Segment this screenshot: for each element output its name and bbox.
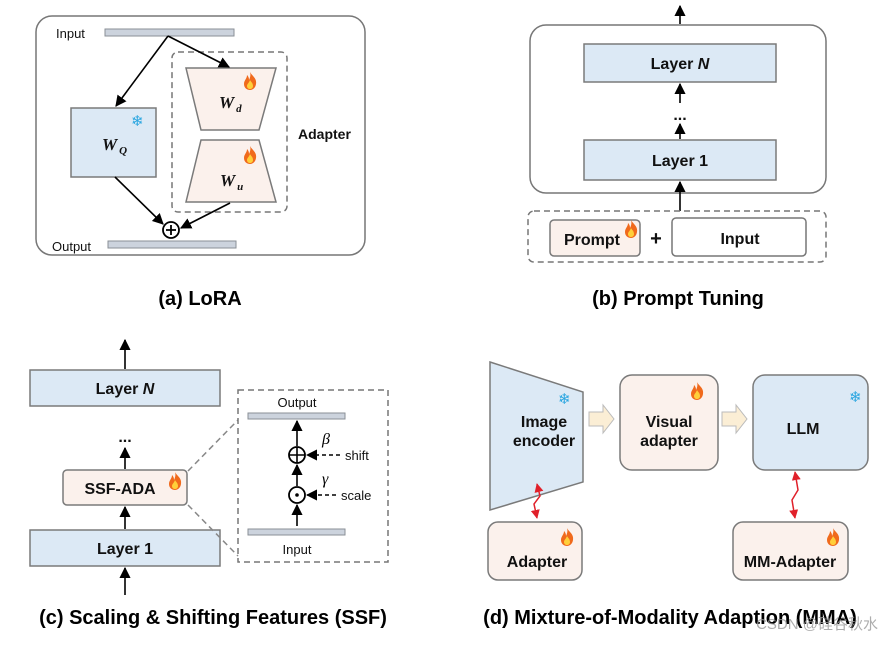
- flow-arrow: [721, 403, 748, 435]
- visual-adapter-label-2: adapter: [640, 433, 698, 450]
- shift-label: shift: [345, 448, 369, 463]
- ssf-title: (c) Scaling & Shifting Features (SSF): [39, 607, 387, 629]
- adapter-label: Adapter: [298, 126, 351, 142]
- bidirectional-arrow: [789, 471, 801, 519]
- flow-arrow: [588, 403, 615, 435]
- image-encoder-label-2: encoder: [513, 433, 575, 450]
- lora-output-label: Output: [52, 239, 91, 254]
- beta-label: β: [321, 431, 330, 448]
- layer-1-label: Layer 1: [652, 153, 708, 170]
- layer-n-label: Layer N: [96, 381, 155, 398]
- panel-lora: Input Wd Wu ❄ WQ Adapter Output (a) LoRA: [35, 15, 366, 310]
- plus-sign: +: [650, 228, 662, 250]
- dots: ...: [118, 429, 131, 446]
- panel-mma: ❄ Image encoder Visual adapter ❄ LLM Ada…: [483, 360, 869, 629]
- input-label: Input: [720, 231, 760, 248]
- arrow: [114, 176, 164, 225]
- lora-input-bar: [104, 28, 235, 37]
- llm-label: LLM: [787, 421, 820, 438]
- layer-n-label: Layer N: [651, 56, 710, 73]
- snowflake-icon: ❄: [558, 391, 571, 408]
- panel-ssf: Layer N ... SSF-ADA Layer 1 Output β γ s…: [29, 338, 389, 629]
- ssf-input-bar: [247, 528, 346, 536]
- ssf-output-bar: [247, 412, 346, 420]
- lora-input-label: Input: [56, 26, 85, 41]
- dots: ...: [673, 107, 686, 124]
- diagram-canvas: Input Wd Wu ❄ WQ Adapter Output (a) LoRA…: [29, 4, 878, 633]
- visual-adapter-label-1: Visual: [646, 414, 693, 431]
- adapter-label: Adapter: [507, 554, 567, 571]
- lora-title: (a) LoRA: [158, 288, 241, 310]
- ssf-output-label: Output: [277, 395, 316, 410]
- arrow: [115, 35, 169, 107]
- lora-output-bar: [107, 240, 237, 249]
- ssf-ada-label: SSF-ADA: [84, 481, 156, 498]
- snowflake-icon: ❄: [849, 389, 862, 406]
- image-encoder-label-1: Image: [521, 414, 567, 431]
- layer-1-label: Layer 1: [97, 541, 153, 558]
- mm-adapter-block: [732, 521, 849, 581]
- snowflake-icon: ❄: [131, 113, 144, 130]
- scale-label: scale: [341, 488, 371, 503]
- prompt-tuning-title: (b) Prompt Tuning: [592, 288, 764, 310]
- watermark: CSDN @硅谷秋水: [756, 616, 878, 633]
- ssf-input-label: Input: [283, 542, 312, 557]
- panel-prompt-tuning: Layer N ... Layer 1 Prompt + Input (b) P…: [527, 4, 827, 310]
- arrow: [180, 202, 231, 229]
- gamma-label: γ: [322, 471, 329, 488]
- mm-adapter-label: MM-Adapter: [744, 554, 836, 571]
- prompt-label: Prompt: [564, 232, 621, 249]
